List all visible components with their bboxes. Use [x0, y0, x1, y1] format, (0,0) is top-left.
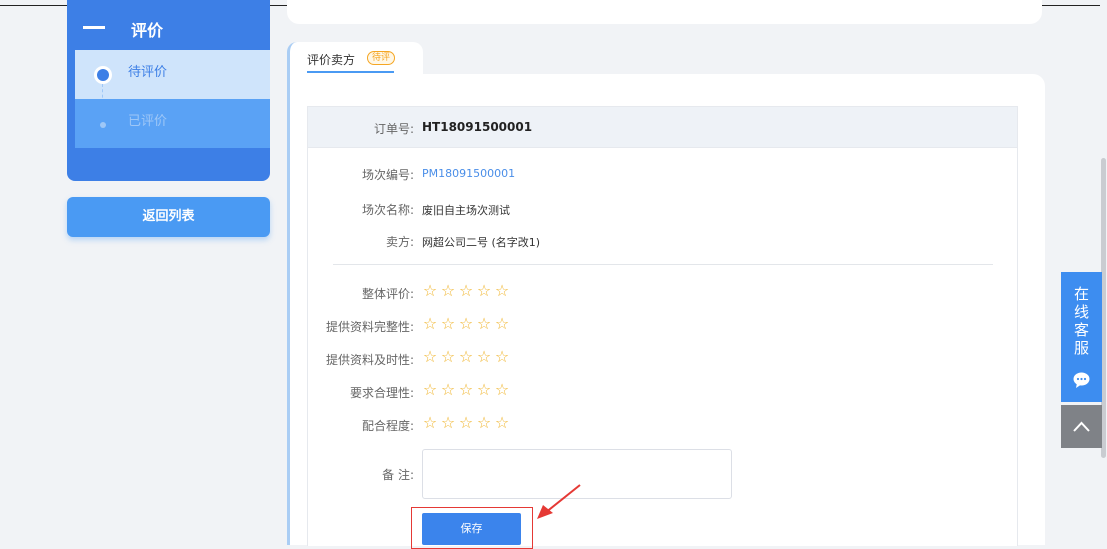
online-service-button[interactable]: 在线客服: [1061, 272, 1102, 402]
sidebar-item-label: 已评价: [128, 114, 168, 129]
chat-icon: [1073, 372, 1090, 388]
collapse-icon: [83, 26, 105, 29]
rating-label: 配合程度:: [361, 419, 414, 433]
star-icon[interactable]: ☆: [476, 347, 494, 366]
remark-label: 备 注:: [382, 468, 414, 482]
tab-rate-seller[interactable]: 评价卖方 待评: [287, 42, 423, 74]
session-no-link[interactable]: PM18091500001: [422, 167, 515, 180]
tab-underline: [307, 71, 394, 73]
session-name-value: 废旧自主场次测试: [422, 204, 510, 217]
star-icon[interactable]: ☆: [422, 380, 440, 399]
star-icon[interactable]: ☆: [458, 380, 476, 399]
star-icon[interactable]: ☆: [494, 347, 512, 366]
star-icon[interactable]: ☆: [494, 413, 512, 432]
sidebar-title: 评价: [131, 21, 164, 40]
rating-stars-timeliness[interactable]: ☆ ☆ ☆ ☆ ☆: [422, 347, 512, 366]
star-icon[interactable]: ☆: [476, 281, 494, 300]
star-icon[interactable]: ☆: [422, 314, 440, 333]
rating-form: 订单号: HT18091500001 场次编号: PM18091500001 场…: [307, 106, 1018, 546]
star-icon[interactable]: ☆: [494, 314, 512, 333]
rating-stars-completeness[interactable]: ☆ ☆ ☆ ☆ ☆: [422, 314, 512, 333]
rating-label: 提供资料及时性:: [325, 353, 414, 367]
sidebar-item-label: 待评价: [128, 65, 168, 80]
rating-label: 要求合理性:: [349, 386, 414, 400]
star-icon[interactable]: ☆: [458, 281, 476, 300]
rating-label: 整体评价:: [361, 287, 414, 301]
star-icon[interactable]: ☆: [440, 347, 458, 366]
sidebar-menu: 评价 待评价 已评价: [67, 0, 270, 181]
back-to-top-button[interactable]: [1061, 405, 1102, 448]
session-name-label: 场次名称:: [361, 203, 414, 217]
star-icon[interactable]: ☆: [440, 314, 458, 333]
star-icon[interactable]: ☆: [440, 281, 458, 300]
star-icon[interactable]: ☆: [422, 413, 440, 432]
chevron-up-icon: [1073, 421, 1090, 432]
order-no-value: HT18091500001: [422, 120, 533, 134]
star-icon[interactable]: ☆: [422, 347, 440, 366]
seller-value: 网超公司二号 (名字改1): [422, 236, 541, 249]
star-icon[interactable]: ☆: [440, 413, 458, 432]
star-icon[interactable]: ☆: [476, 380, 494, 399]
star-icon[interactable]: ☆: [476, 314, 494, 333]
top-card: [287, 0, 1042, 24]
star-icon[interactable]: ☆: [494, 380, 512, 399]
star-icon[interactable]: ☆: [440, 380, 458, 399]
rating-stars-overall[interactable]: ☆ ☆ ☆ ☆ ☆: [422, 281, 512, 300]
rating-stars-reasonableness[interactable]: ☆ ☆ ☆ ☆ ☆: [422, 380, 512, 399]
rating-stars-cooperation[interactable]: ☆ ☆ ☆ ☆ ☆: [422, 413, 512, 432]
star-icon[interactable]: ☆: [458, 314, 476, 333]
active-dot-icon: [97, 69, 109, 81]
back-to-list-button[interactable]: 返回列表: [67, 197, 270, 237]
sidebar-header[interactable]: 评价: [67, 0, 270, 50]
star-icon[interactable]: ☆: [458, 413, 476, 432]
sidebar-item-pending[interactable]: 待评价: [75, 50, 270, 124]
sidebar-item-done[interactable]: 已评价: [75, 99, 270, 148]
red-arrow-annotation: [537, 484, 581, 519]
star-icon[interactable]: ☆: [476, 413, 494, 432]
star-icon[interactable]: ☆: [494, 281, 512, 300]
order-no-label: 订单号:: [373, 122, 414, 136]
service-label: 在线客服: [1073, 285, 1089, 357]
star-icon[interactable]: ☆: [422, 281, 440, 300]
tab-label: 评价卖方: [307, 53, 356, 67]
dot-icon: [100, 122, 106, 128]
seller-label: 卖方:: [385, 235, 414, 249]
order-header: 订单号: HT18091500001: [308, 107, 1017, 148]
star-icon[interactable]: ☆: [458, 347, 476, 366]
save-button[interactable]: 保存: [422, 513, 521, 545]
status-badge: 待评: [367, 51, 396, 65]
session-no-label: 场次编号:: [361, 168, 414, 182]
divider: [333, 264, 993, 265]
rating-label: 提供资料完整性:: [325, 320, 414, 334]
